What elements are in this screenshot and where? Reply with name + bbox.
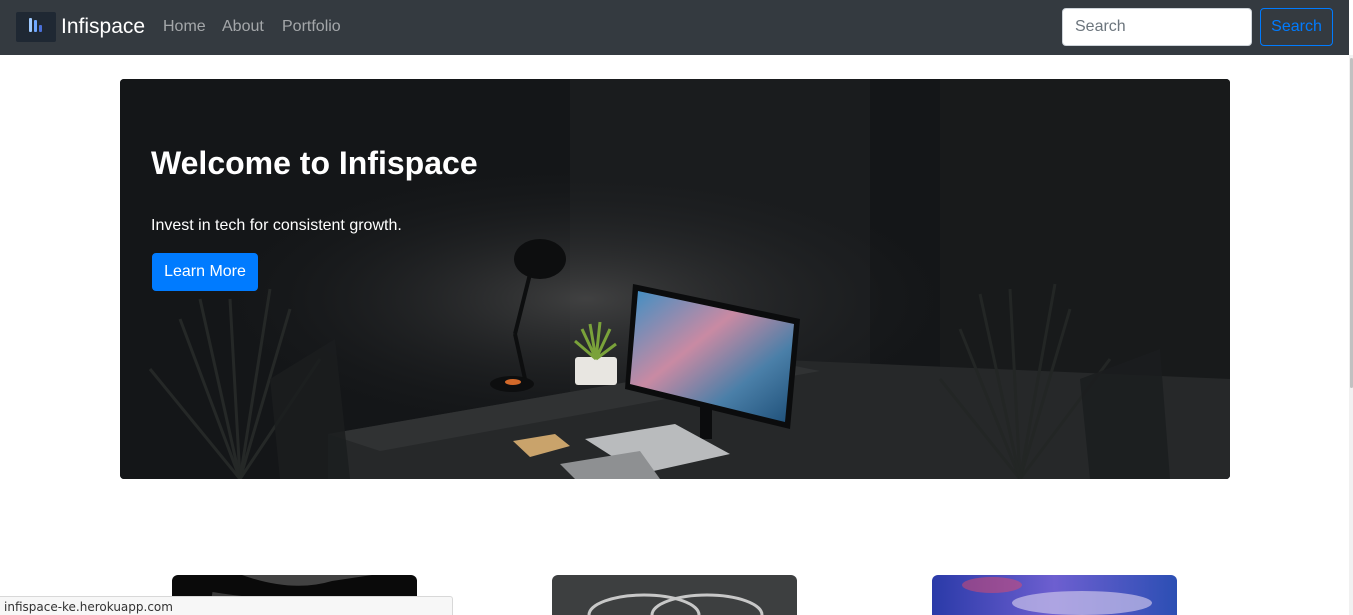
browser-status-bar: infispace-ke.herokuapp.com (0, 596, 453, 615)
brand-logo-icon[interactable] (16, 12, 56, 42)
learn-more-button[interactable]: Learn More (152, 253, 258, 291)
card-3-photo (932, 575, 1177, 615)
card-2-image[interactable] (552, 575, 797, 615)
nav-link-home[interactable]: Home (163, 18, 206, 36)
hero-background-photo (120, 79, 1230, 479)
search-input[interactable] (1062, 8, 1252, 46)
card-3-image[interactable] (932, 575, 1177, 615)
hero-subtitle: Invest in tech for consistent growth. (151, 217, 402, 234)
brand-name[interactable]: Infispace (61, 15, 145, 39)
hero-title: Welcome to Infispace (151, 145, 478, 181)
nav-link-portfolio[interactable]: Portfolio (282, 18, 341, 36)
search-button[interactable]: Search (1260, 8, 1333, 46)
status-url: infispace-ke.herokuapp.com (4, 600, 173, 614)
hero-banner: Welcome to Infispace Invest in tech for … (120, 79, 1230, 479)
card-2-photo (552, 575, 797, 615)
nav-link-about[interactable]: About (222, 18, 264, 36)
navbar: Infispace Home About Portfolio Search (0, 0, 1349, 55)
